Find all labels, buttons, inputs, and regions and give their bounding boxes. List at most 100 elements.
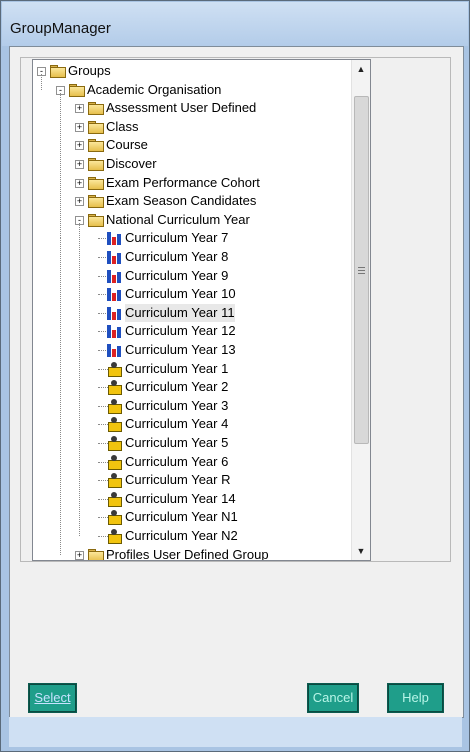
icon-body bbox=[108, 496, 122, 507]
tree-node-groups[interactable]: - Groups bbox=[33, 62, 345, 80]
user-group-icon bbox=[107, 380, 122, 396]
chart-bar bbox=[112, 237, 116, 246]
user-group-icon bbox=[107, 491, 122, 507]
tree-guide-line bbox=[60, 92, 61, 239]
cancel-button[interactable]: Cancel bbox=[307, 683, 359, 713]
tree-node-folder[interactable]: + Exam Performance Cohort bbox=[33, 174, 345, 192]
tree-node-academic-organisation-label: Academic Organisation bbox=[87, 81, 222, 97]
tree-node-folder-label: Course bbox=[106, 137, 148, 153]
folder-body bbox=[88, 141, 104, 153]
folder-icon bbox=[88, 213, 104, 227]
user-group-icon bbox=[107, 436, 122, 451]
tree-node-folder[interactable]: + Exam Season Candidates bbox=[33, 192, 345, 210]
folder-body bbox=[88, 197, 104, 209]
scroll-thumb[interactable] bbox=[354, 96, 369, 444]
tree-node-curriculum-year-label: Curriculum Year 9 bbox=[125, 267, 229, 283]
chart-group-icon bbox=[107, 306, 122, 320]
folder-body bbox=[88, 178, 104, 190]
chart-bar bbox=[107, 325, 111, 339]
tree-node-groups-label: Groups bbox=[68, 63, 111, 78]
expand-icon[interactable]: + bbox=[75, 122, 84, 132]
tree-node-academic-organisation[interactable]: - Academic Organisation bbox=[33, 81, 345, 99]
vertical-scrollbar[interactable]: ▲ ▼ bbox=[351, 60, 370, 560]
chart-bar bbox=[112, 256, 116, 264]
chart-bar bbox=[117, 327, 121, 339]
icon-body bbox=[108, 366, 122, 377]
chart-bar bbox=[112, 349, 116, 357]
chart-bar bbox=[117, 308, 121, 320]
tree-node-curriculum-year-label: Curriculum Year 4 bbox=[125, 416, 229, 432]
user-group-icon bbox=[107, 417, 122, 433]
expand-icon[interactable]: + bbox=[75, 104, 84, 114]
tree-node-folder[interactable]: + Course bbox=[33, 136, 345, 154]
folder-body bbox=[88, 215, 104, 227]
folder-icon bbox=[88, 120, 104, 134]
user-group-icon bbox=[107, 361, 122, 377]
chart-bar bbox=[117, 234, 121, 246]
chart-group-icon bbox=[107, 343, 122, 357]
chart-bar bbox=[107, 306, 111, 320]
scroll-down-icon[interactable]: ▼ bbox=[352, 542, 370, 560]
folder-body bbox=[88, 122, 104, 134]
tree-node-curriculum-year-label: Curriculum Year 6 bbox=[125, 453, 229, 469]
expand-icon[interactable]: + bbox=[75, 178, 84, 188]
chart-bar bbox=[117, 271, 121, 283]
icon-body bbox=[108, 441, 122, 451]
folder-icon bbox=[88, 548, 104, 560]
folder-body bbox=[88, 550, 104, 560]
scroll-up-icon[interactable]: ▲ bbox=[352, 60, 370, 78]
group-tree[interactable]: - Groups - Academic Organisation + Assessment… bbox=[32, 59, 371, 561]
icon-body bbox=[108, 459, 122, 470]
user-group-icon bbox=[107, 398, 122, 414]
icon-head bbox=[111, 398, 117, 405]
tree-node-curriculum-year-label: Curriculum Year 2 bbox=[125, 379, 229, 395]
tree-node-curriculum-year-label: Curriculum Year 8 bbox=[125, 249, 229, 264]
chart-bar bbox=[107, 288, 111, 302]
folder-icon bbox=[69, 83, 85, 97]
chart-group-icon bbox=[107, 250, 122, 264]
chart-group-icon bbox=[107, 231, 122, 246]
chart-bar bbox=[112, 311, 116, 320]
user-group-icon bbox=[107, 510, 122, 526]
tree-guide-line bbox=[79, 222, 80, 536]
folder-body bbox=[88, 104, 104, 116]
window-footer bbox=[9, 717, 462, 747]
tree-node-folder-partial[interactable]: + Profiles User Defined Group bbox=[33, 546, 345, 560]
folder-body bbox=[88, 160, 104, 171]
icon-head bbox=[111, 361, 117, 368]
icon-body bbox=[108, 478, 122, 489]
chart-bar bbox=[117, 346, 121, 357]
tree-node-curriculum-year-label: Curriculum Year N2 bbox=[125, 528, 238, 543]
help-button[interactable]: Help bbox=[387, 683, 444, 713]
expand-icon[interactable]: + bbox=[75, 550, 84, 560]
folder-icon bbox=[88, 139, 104, 153]
expand-icon[interactable]: + bbox=[75, 197, 84, 207]
tree-node-curriculum-year-label: Curriculum Year 3 bbox=[125, 397, 229, 413]
tree-node-folder-label: Discover bbox=[106, 156, 157, 171]
chart-group-icon bbox=[107, 287, 122, 302]
folder-body bbox=[50, 67, 66, 78]
select-button[interactable]: Select bbox=[28, 683, 77, 713]
tree-node-folder-label: Exam Performance Cohort bbox=[106, 174, 260, 190]
expand-icon[interactable]: + bbox=[75, 160, 84, 169]
icon-body bbox=[108, 422, 122, 433]
tree-node-curriculum-year-label: Curriculum Year 7 bbox=[125, 230, 229, 246]
tree-node-curriculum-year-label: Curriculum Year 1 bbox=[125, 360, 229, 376]
window-title: GroupManager bbox=[10, 20, 111, 37]
chart-bar bbox=[107, 344, 111, 357]
folder-icon bbox=[88, 176, 104, 190]
tree-node-curriculum-year-label: Curriculum Year 13 bbox=[125, 342, 236, 357]
tree-guide-line bbox=[60, 238, 61, 555]
expand-icon[interactable]: + bbox=[75, 141, 84, 151]
title-bar[interactable]: GroupManager bbox=[2, 2, 468, 46]
chart-bar bbox=[112, 274, 116, 283]
tree-node-folder[interactable]: + Class bbox=[33, 118, 345, 136]
chart-bar bbox=[112, 330, 116, 339]
chart-bar bbox=[117, 290, 121, 302]
folder-icon bbox=[88, 102, 104, 116]
tree-node-folder[interactable]: + Assessment User Defined bbox=[33, 99, 345, 117]
icon-body bbox=[108, 385, 122, 396]
icon-body bbox=[108, 534, 122, 544]
grip-line bbox=[358, 270, 365, 271]
tree-node-folder[interactable]: + Discover bbox=[33, 155, 345, 173]
